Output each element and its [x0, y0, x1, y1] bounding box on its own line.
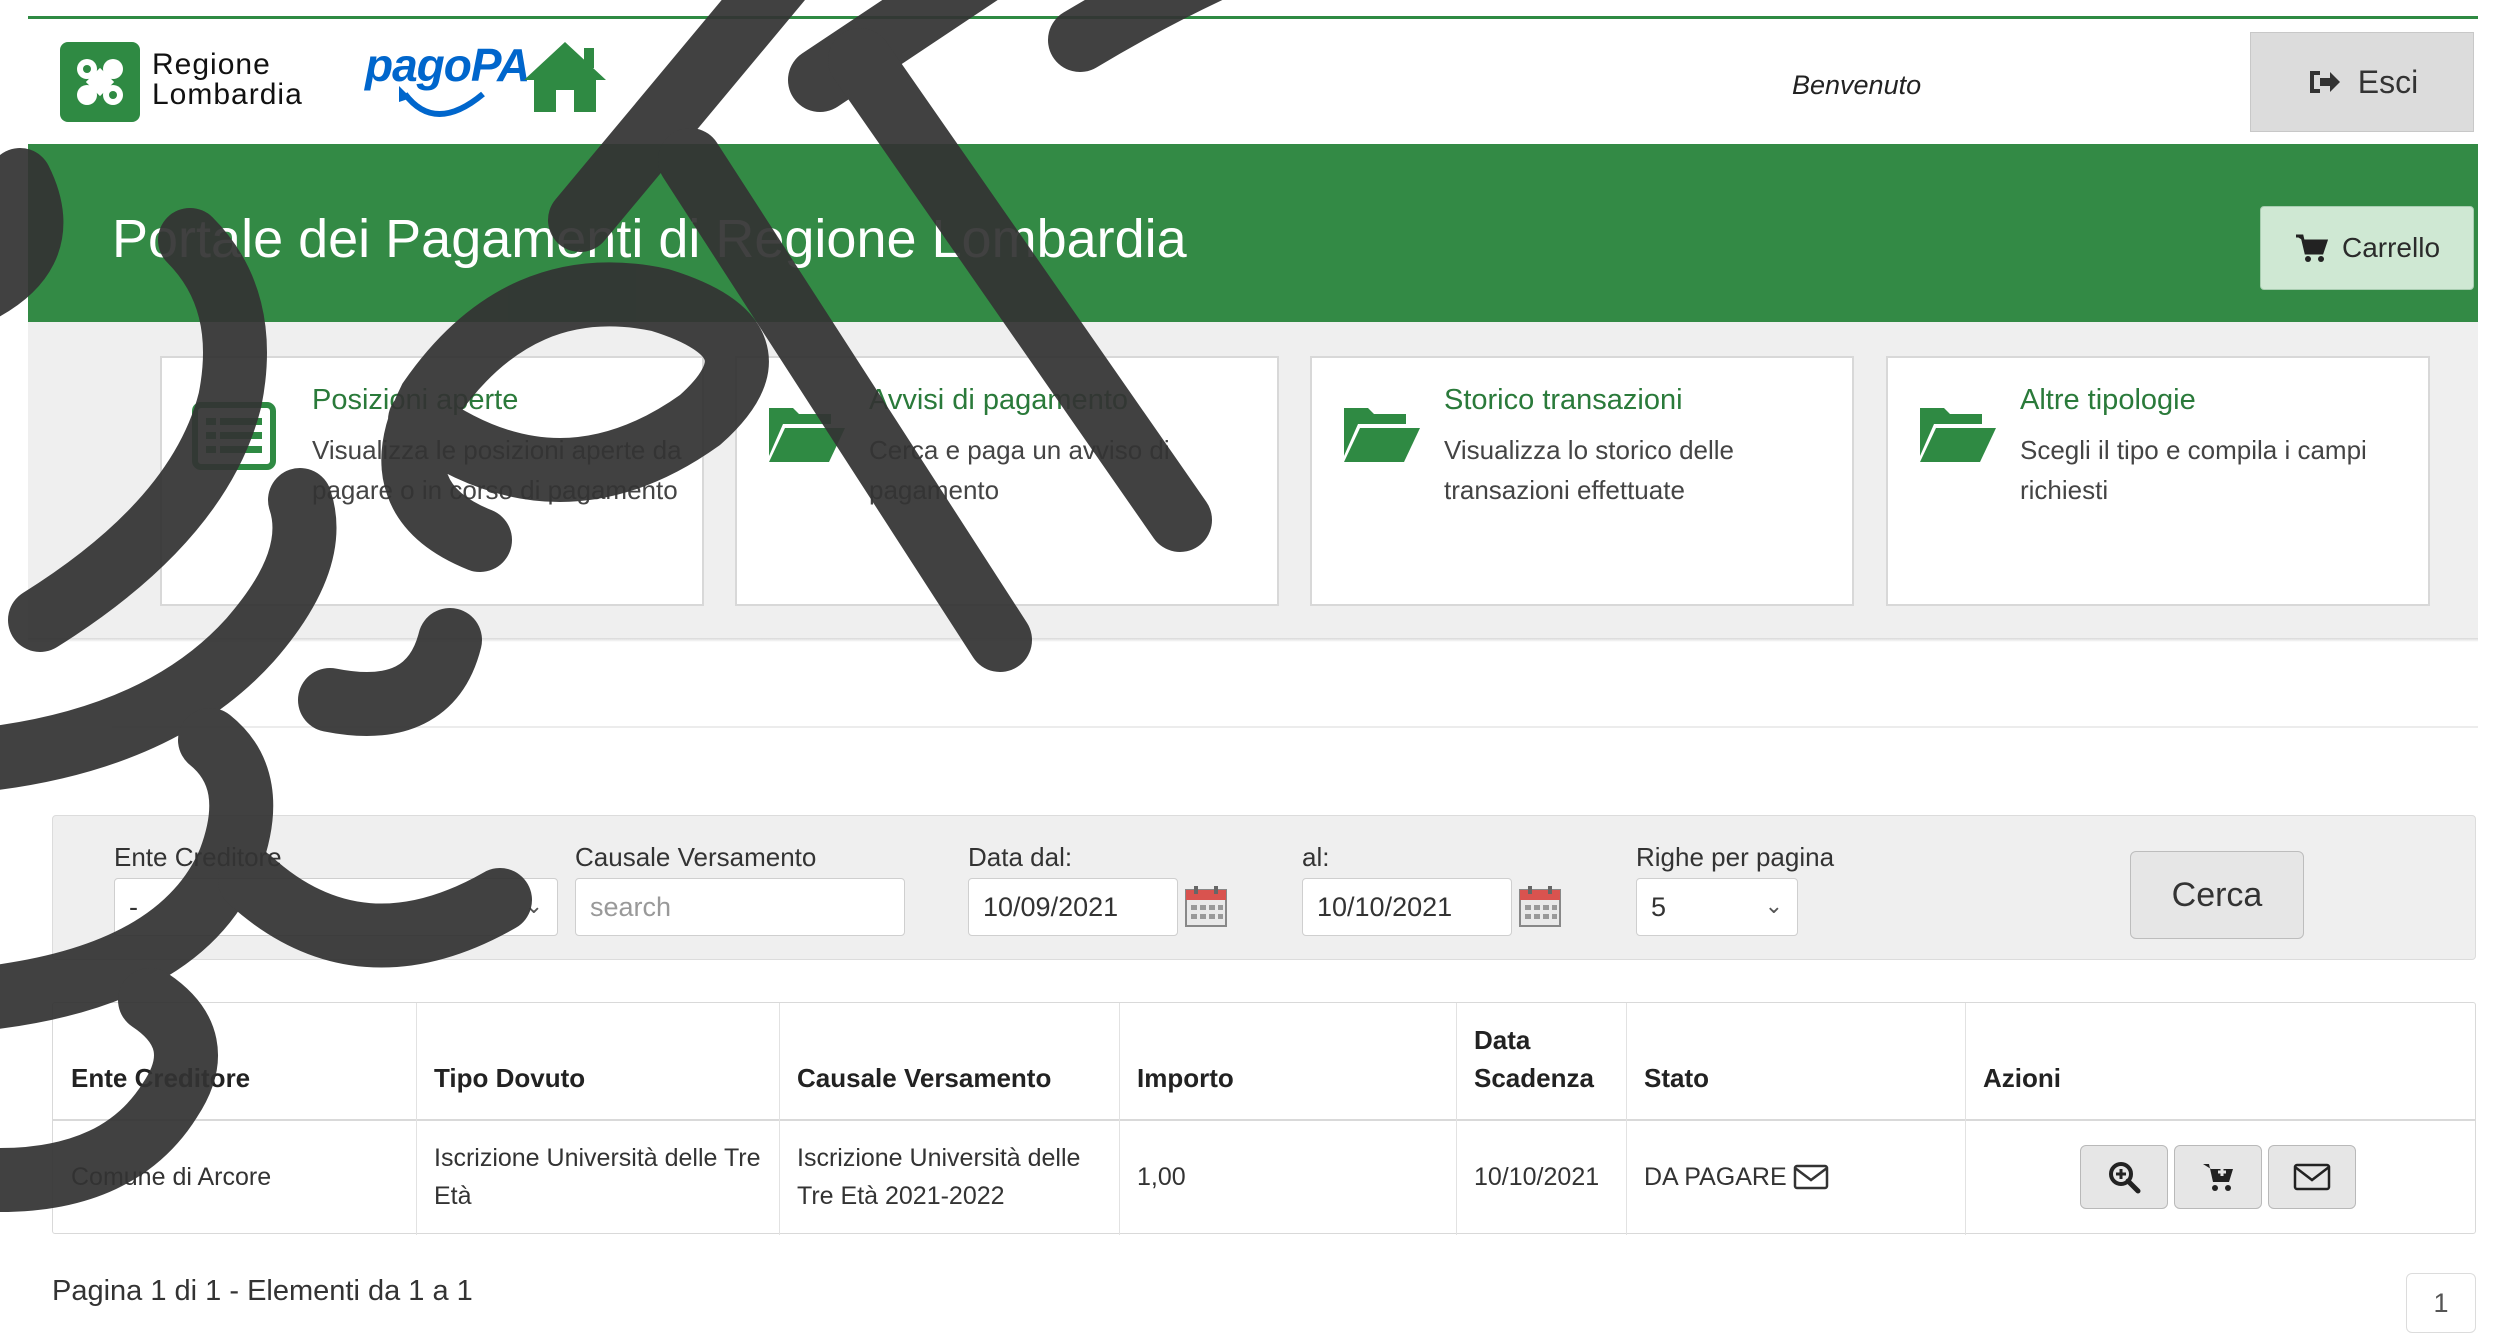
page-title: Portale dei Pagamenti di Regione Lombard… [112, 209, 1187, 269]
page-button-1[interactable]: 1 [2406, 1273, 2476, 1333]
logout-label: Esci [2357, 63, 2419, 100]
cart-icon [2295, 234, 2328, 262]
cell-causale: Iscrizione Università delle Tre Età 2021… [797, 1144, 1081, 1210]
cart-label: Carrello [2341, 232, 2441, 263]
card-posizioni-aperte[interactable]: Posizioni aperte Visualizza le posizioni… [160, 356, 704, 606]
causale-search-input[interactable]: search [575, 878, 905, 936]
section-shadow [28, 638, 2478, 642]
righe-per-pagina-value: 5 [1651, 891, 1667, 922]
card-title[interactable]: Posizioni aperte [312, 384, 518, 417]
card-altre-tipologie[interactable]: Altre tipologie Scegli il tipo e compila… [1886, 356, 2430, 606]
send-email-button[interactable] [2268, 1145, 2356, 1209]
column-header-azioni: Azioni [1983, 1063, 2061, 1093]
list-icon [192, 402, 276, 470]
column-header-importo[interactable]: Importo [1119, 1003, 1456, 1119]
add-to-cart-button[interactable] [2174, 1145, 2262, 1209]
column-header-tipo[interactable]: Tipo Dovuto [416, 1003, 779, 1119]
data-al-value: 10/10/2021 [1317, 891, 1453, 922]
card-title[interactable]: Avvisi di pagamento [869, 384, 1128, 417]
payments-table: Ente Creditore Tipo Dovuto Causale Versa… [52, 1002, 2476, 1235]
envelope-icon[interactable] [1793, 1163, 1829, 1191]
view-details-button[interactable] [2080, 1145, 2168, 1209]
card-title[interactable]: Altre tipologie [2020, 384, 2196, 417]
cell-ente: Comune di Arcore [71, 1163, 272, 1191]
logo-text-line1: Regione [152, 48, 271, 81]
card-description: Scegli il tipo e compila i campi richies… [2020, 435, 2367, 505]
card-avvisi-pagamento[interactable]: Avvisi di pagamento Cerca e paga un avvi… [735, 356, 1279, 606]
data-al-label: al: [1302, 842, 1330, 872]
ente-creditore-label: Ente Creditore [114, 842, 282, 872]
causale-versamento-label: Causale Versamento [575, 842, 817, 872]
search-button[interactable]: Cerca [2130, 851, 2304, 939]
folder-open-icon [1920, 408, 1996, 462]
cell-importo: 1,00 [1137, 1163, 1186, 1191]
ente-creditore-value: - [129, 891, 138, 922]
data-dal-value: 10/09/2021 [983, 891, 1119, 922]
pagination-info: Pagina 1 di 1 - Elementi da 1 a 1 [52, 1275, 473, 1307]
data-dal-input[interactable]: 10/09/2021 [968, 878, 1178, 936]
data-dal-label: Data dal: [968, 842, 1073, 872]
column-header-ente[interactable]: Ente Creditore [53, 1003, 416, 1119]
status-text: DA PAGARE [1644, 1163, 1787, 1191]
calendar-icon[interactable] [1518, 884, 1562, 928]
pagopa-swoosh-icon [399, 86, 485, 117]
righe-per-pagina-select[interactable]: 5 ⌄ [1636, 878, 1798, 936]
cart-button[interactable]: Carrello [2260, 206, 2474, 290]
welcome-text: Benvenuto [1792, 70, 1922, 100]
card-title[interactable]: Storico transazioni [1444, 384, 1683, 417]
folder-open-icon [1344, 408, 1420, 462]
cell-tipo: Iscrizione Università delle Tre Età [434, 1144, 761, 1210]
calendar-icon[interactable] [1184, 884, 1228, 928]
card-description: Cerca e paga un avviso di pagamento [869, 435, 1170, 505]
home-icon[interactable] [520, 36, 610, 116]
sign-out-icon [2309, 71, 2340, 93]
ente-creditore-select[interactable]: - ⌄ [114, 878, 558, 936]
card-description: Visualizza lo storico delle transazioni … [1444, 435, 1734, 505]
chevron-down-icon: ⌄ [1764, 893, 1783, 918]
card-description: Visualizza le posizioni aperte da pagare… [312, 435, 682, 505]
chevron-down-icon: ⌄ [524, 893, 543, 918]
regione-lombardia-logo[interactable]: Regione Lombardia [60, 42, 350, 126]
column-header-scadenza[interactable]: Data Scadenza [1456, 1003, 1606, 1119]
envelope-icon [2293, 1163, 2331, 1191]
cell-scadenza: 10/10/2021 [1474, 1163, 1600, 1191]
folder-open-icon [769, 408, 845, 462]
logout-button[interactable]: Esci [2250, 32, 2474, 132]
zoom-in-icon [2109, 1162, 2141, 1194]
cart-plus-icon [2203, 1164, 2233, 1191]
column-header-stato[interactable]: Stato [1626, 1003, 1965, 1119]
card-storico-transazioni[interactable]: Storico transazioni Visualizza lo storic… [1310, 356, 1854, 606]
pagopa-logo[interactable]: pagoPA [365, 38, 530, 130]
divider [112, 726, 2478, 728]
righe-per-pagina-label: Righe per pagina [1636, 842, 1835, 872]
logo-text-line2: Lombardia [152, 78, 303, 111]
regione-lombardia-emblem-icon [60, 42, 140, 122]
causale-placeholder: search [590, 891, 672, 922]
column-header-causale[interactable]: Causale Versamento [779, 1003, 1119, 1119]
data-al-input[interactable]: 10/10/2021 [1302, 878, 1512, 936]
cell-stato: DA PAGARE [1626, 1119, 1965, 1235]
